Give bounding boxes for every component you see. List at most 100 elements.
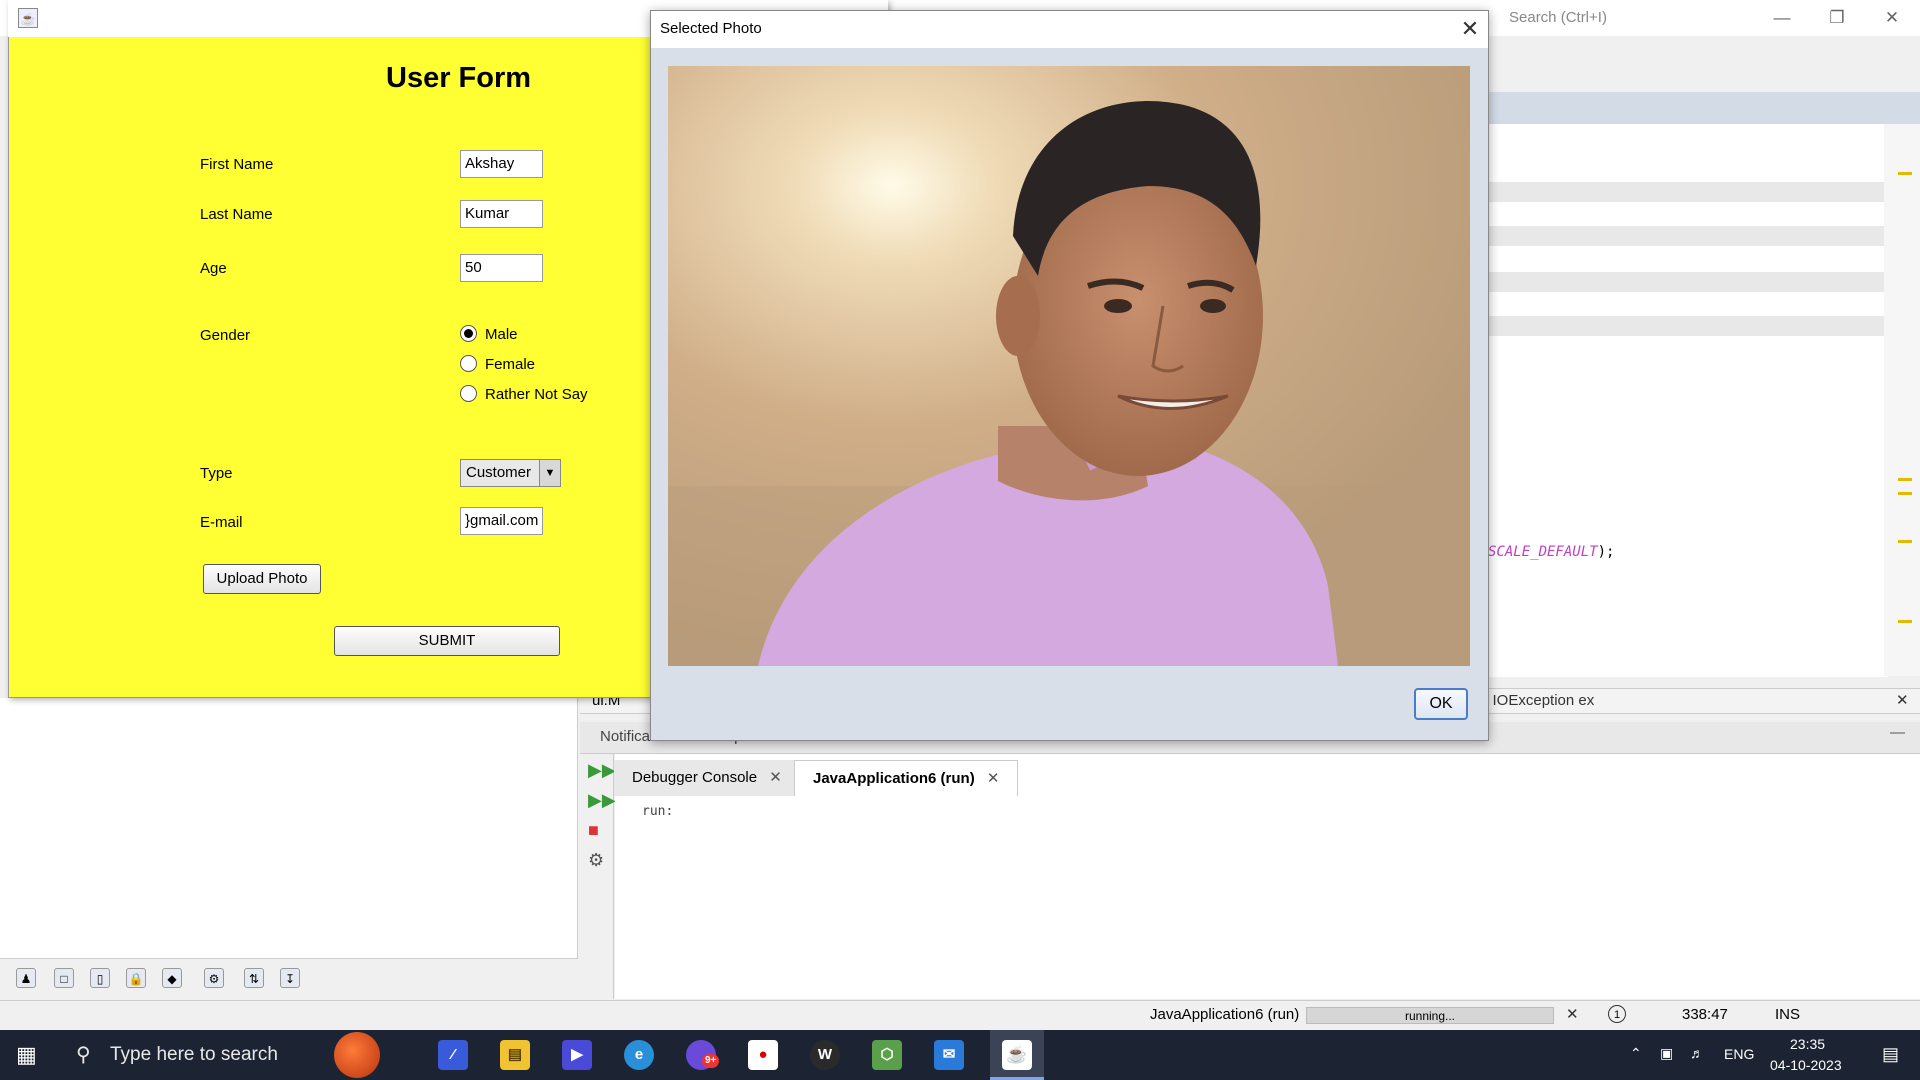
warning-marker[interactable]: [1898, 620, 1912, 623]
java-taskbar-button[interactable]: ☕: [990, 1030, 1044, 1080]
sort-icon[interactable]: ⇅: [244, 968, 264, 988]
stop-icon[interactable]: ■: [588, 820, 599, 841]
frame-icon[interactable]: □: [54, 968, 74, 988]
close-tab-icon[interactable]: ✕: [987, 770, 1000, 787]
users-icon[interactable]: ♟: [16, 968, 36, 988]
console-output-text: run:: [642, 804, 674, 819]
email-label: E-mail: [200, 514, 243, 531]
java-app-icon[interactable]: ☕: [18, 8, 38, 28]
file-explorer-icon[interactable]: ▤: [500, 1040, 530, 1070]
notification-center-icon[interactable]: ▤: [1882, 1044, 1899, 1065]
tab-label: JavaApplication6 (run): [813, 770, 975, 787]
code-line-highlight: [1488, 316, 1884, 336]
navigator-panel: [0, 698, 578, 958]
clock-date[interactable]: 04-10-2023: [1770, 1057, 1842, 1073]
app-icon-blue[interactable]: ⁄: [438, 1040, 468, 1070]
dialog-titlebar[interactable]: [651, 11, 1488, 48]
gender-radio-male[interactable]: Male: [460, 324, 518, 346]
system-tray: ⌃ ▣ ♬ ENG 23:35 04-10-2023 ▤: [1630, 1030, 1920, 1080]
search-icon: ⚲: [76, 1044, 91, 1066]
dialog-title: Selected Photo: [660, 20, 762, 37]
warning-marker[interactable]: [1898, 492, 1912, 495]
shapes-icon[interactable]: ◆: [162, 968, 182, 988]
bean-icon[interactable]: ⚙: [204, 968, 224, 988]
settings-icon[interactable]: ⚙: [588, 850, 604, 871]
radio-label: Male: [485, 326, 518, 343]
lips-app-icon[interactable]: ●: [748, 1040, 778, 1070]
video-player-icon[interactable]: ▶: [562, 1040, 592, 1070]
radio-selected-icon[interactable]: [460, 324, 477, 342]
upload-photo-button[interactable]: Upload Photo: [203, 564, 321, 594]
output-action-bar: ▶▶ ▶▶ ■ ⚙: [580, 754, 616, 999]
ide-search-input[interactable]: Search (Ctrl+I): [1485, 6, 1750, 30]
first-name-label: First Name: [200, 156, 274, 173]
warning-marker[interactable]: [1898, 540, 1912, 543]
form-title: User Form: [386, 62, 532, 94]
submit-button[interactable]: SUBMIT: [334, 626, 560, 656]
progress-bar[interactable]: running...: [1306, 1007, 1554, 1024]
type-selected-value: Customer: [466, 464, 532, 481]
gender-radio-female[interactable]: Female: [460, 354, 535, 376]
volume-icon[interactable]: ♬: [1690, 1045, 1704, 1061]
language-indicator[interactable]: ENG: [1724, 1046, 1754, 1062]
code-text[interactable]: SCALE_DEFAULT);: [1488, 544, 1614, 560]
column-icon[interactable]: ▯: [90, 968, 110, 988]
close-breadcrumb-icon[interactable]: ✕: [1896, 689, 1909, 713]
radio-label: Female: [485, 356, 536, 373]
store-badge: 9+: [702, 1054, 720, 1068]
tab-javaapplication6-run[interactable]: JavaApplication6 (run) ✕: [794, 760, 1019, 796]
w-app-icon[interactable]: W: [810, 1040, 840, 1070]
tray-chevron-icon[interactable]: ⌃: [1630, 1045, 1642, 1062]
taskbar-search-placeholder: Type here to search: [110, 1044, 278, 1065]
type-dropdown[interactable]: Customer ▼: [460, 459, 561, 487]
java-icon: ☕: [1002, 1040, 1032, 1070]
radio-label: Rather Not Say: [485, 386, 588, 403]
warning-marker[interactable]: [1898, 172, 1912, 175]
close-icon[interactable]: ✕: [1872, 4, 1912, 32]
restore-icon[interactable]: ❐: [1817, 4, 1857, 32]
radio-icon[interactable]: [460, 354, 477, 372]
sort-down-icon[interactable]: ↧: [280, 968, 300, 988]
code-editor[interactable]: [1488, 92, 1888, 677]
caret-position: 338:47: [1682, 1006, 1728, 1023]
mail-icon[interactable]: ✉: [934, 1040, 964, 1070]
cancel-task-icon[interactable]: ✕: [1566, 1005, 1579, 1023]
dropdown-arrow-icon[interactable]: ▼: [539, 460, 560, 486]
gender-radio-rather-not-say[interactable]: Rather Not Say: [460, 384, 588, 406]
minimize-panel-icon[interactable]: —: [1890, 724, 1905, 741]
edge-browser-icon[interactable]: e: [624, 1040, 654, 1070]
editor-tab-bar: [1488, 92, 1920, 124]
tab-debugger-console[interactable]: Debugger Console ✕: [614, 760, 801, 796]
breadcrumb-right[interactable]: n IOException ex: [1480, 689, 1594, 713]
editor-error-stripe[interactable]: [1884, 124, 1920, 676]
windows-start-icon[interactable]: ▦: [16, 1042, 37, 1068]
first-name-field[interactable]: Akshay: [460, 150, 543, 178]
status-bar: JavaApplication6 (run) running... ✕ 1 33…: [0, 1000, 1920, 1030]
age-label: Age: [200, 260, 227, 277]
insert-mode[interactable]: INS: [1775, 1006, 1800, 1023]
age-field[interactable]: 50: [460, 254, 543, 282]
code-line-highlight: [1488, 182, 1884, 202]
notification-badge[interactable]: 1: [1608, 1005, 1626, 1023]
close-icon[interactable]: ✕: [1455, 15, 1485, 43]
store-app-icon[interactable]: 9+: [686, 1040, 720, 1070]
progress-label: running...: [1404, 1009, 1456, 1023]
running-task-label[interactable]: JavaApplication6 (run): [1150, 1006, 1299, 1023]
minimize-icon[interactable]: —: [1762, 4, 1802, 32]
selected-photo: [668, 66, 1470, 666]
radio-icon[interactable]: [460, 384, 477, 402]
code-line-highlight: [1488, 226, 1884, 246]
rerun-icon[interactable]: ▶▶: [588, 760, 616, 781]
network-icon[interactable]: ▣: [1660, 1045, 1673, 1062]
rerun-debug-icon[interactable]: ▶▶: [588, 790, 616, 811]
clock-time[interactable]: 23:35: [1790, 1036, 1825, 1052]
warning-marker[interactable]: [1898, 478, 1912, 481]
type-label: Type: [200, 465, 233, 482]
close-tab-icon[interactable]: ✕: [769, 769, 782, 786]
weather-widget-icon[interactable]: [334, 1032, 380, 1078]
last-name-field[interactable]: Kumar: [460, 200, 543, 228]
ok-button[interactable]: OK: [1414, 688, 1468, 720]
netbeans-icon[interactable]: ⬡: [872, 1040, 902, 1070]
email-field[interactable]: }gmail.com: [460, 507, 543, 535]
lock-icon[interactable]: 🔒: [126, 968, 146, 988]
